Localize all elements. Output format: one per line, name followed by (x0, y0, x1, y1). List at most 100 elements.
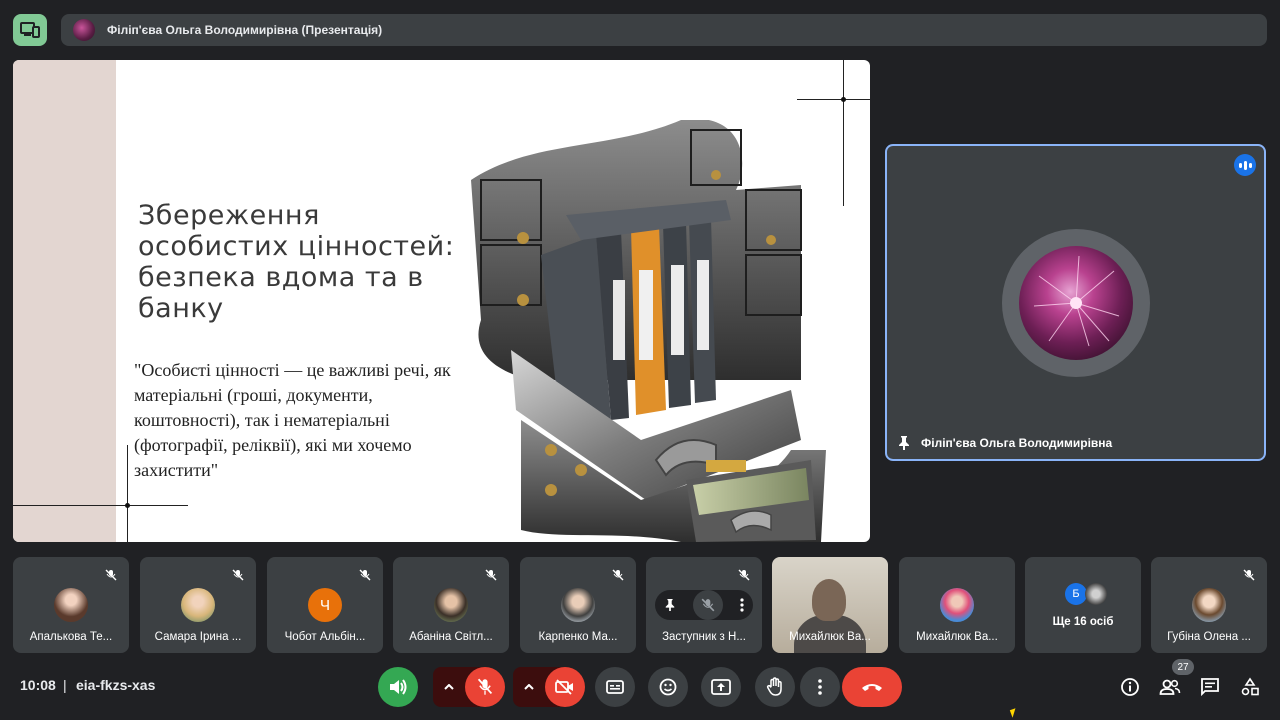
slide-corner-dot-bottom (125, 503, 130, 508)
people-button[interactable] (1157, 674, 1183, 700)
participant-name: Абаніна Світл... (409, 631, 493, 643)
avatar (54, 588, 88, 622)
meeting-code: eia-fkzs-xas (76, 677, 156, 693)
presenter-bar[interactable]: Філіп'єва Ольга Володимирівна (Презентац… (61, 14, 1267, 46)
captions-button[interactable] (595, 667, 635, 707)
participants-count-badge: 27 (1172, 659, 1194, 675)
mic-off-icon (738, 569, 750, 581)
activities-button[interactable] (1237, 674, 1263, 700)
participant-tile[interactable]: Заступник з Н... (646, 557, 762, 653)
slide-vertical-line-top (843, 60, 844, 206)
video-person-head (812, 579, 846, 621)
layout-toggle-button[interactable] (13, 14, 47, 46)
participant-tile[interactable]: Михайлюк Ва... (899, 557, 1015, 653)
meeting-details-button[interactable] (1117, 674, 1143, 700)
captions-icon (606, 680, 624, 694)
avatar (561, 588, 595, 622)
mic-off-icon (1243, 569, 1255, 581)
pin-icon[interactable] (897, 435, 911, 451)
slide-side-band (13, 60, 116, 542)
mouse-cursor (1009, 708, 1019, 718)
hang-up-icon (862, 684, 882, 691)
participant-tile[interactable]: Карпенко Ма... (520, 557, 636, 653)
separator: | (63, 677, 67, 693)
more-participants-tile[interactable]: Б Ще 16 осіб (1025, 557, 1141, 653)
camera-options-button[interactable] (513, 684, 545, 690)
avatar-initial: Б (1065, 583, 1087, 605)
more-options-button[interactable] (800, 667, 840, 707)
present-screen-icon (711, 679, 731, 695)
reactions-button[interactable] (648, 667, 688, 707)
chat-icon (1201, 678, 1219, 697)
pin-icon[interactable] (664, 598, 676, 612)
participant-tile[interactable]: Апалькова Те... (13, 557, 129, 653)
activities-icon (1241, 677, 1259, 696)
avatar (940, 588, 974, 622)
main-name-row: Філіп'єва Ольга Володимирівна (897, 435, 1112, 451)
mic-off-icon (105, 569, 117, 581)
speaking-indicator-icon (1234, 154, 1256, 176)
camera-control-group (513, 667, 585, 707)
mic-off-icon (701, 598, 715, 612)
avatar (434, 588, 468, 622)
mute-participant-button[interactable] (692, 590, 723, 620)
speaker-button[interactable] (378, 667, 418, 707)
info-icon (1121, 678, 1139, 696)
emoji-icon (659, 678, 677, 696)
chat-button[interactable] (1197, 674, 1223, 700)
participant-tile[interactable]: Абаніна Світл... (393, 557, 509, 653)
meet-window: Філіп'єва Ольга Володимирівна (Презентац… (0, 0, 1280, 720)
participant-name: Чобот Альбін... (284, 631, 366, 643)
chevron-up-icon (444, 684, 454, 690)
main-participant-tile[interactable]: Філіп'єва Ольга Володимирівна (885, 144, 1266, 461)
mic-control-group (433, 667, 505, 707)
people-icon (1159, 679, 1181, 695)
camera-toggle-button[interactable] (545, 667, 585, 707)
leave-call-button[interactable] (842, 667, 902, 707)
main-avatar (1019, 246, 1133, 360)
present-screen-button[interactable] (701, 667, 741, 707)
mic-off-icon (612, 569, 624, 581)
slide-corner-dot-top (841, 97, 846, 102)
camera-off-icon (555, 679, 573, 695)
slide-horizontal-line-top (797, 99, 870, 100)
presenter-label: Філіп'єва Ольга Володимирівна (Презентац… (107, 23, 383, 37)
monitor-phone-icon (20, 22, 40, 38)
avatar-initial: Ч (308, 588, 342, 622)
mic-options-button[interactable] (433, 684, 465, 690)
participant-name: Михайлюк Ва... (916, 631, 998, 643)
chevron-up-icon (524, 684, 534, 690)
avatar (1085, 583, 1107, 605)
slide-horizontal-line-bottom (13, 505, 188, 506)
slide-title: Збереження особистих цінностей: безпека … (138, 200, 455, 324)
participant-name: Самара Ірина ... (154, 631, 242, 643)
participant-tile[interactable]: Ч Чобот Альбін... (267, 557, 383, 653)
participant-name: Губіна Олена ... (1167, 631, 1251, 643)
mic-off-icon (359, 569, 371, 581)
more-participants-label: Ще 16 осіб (1052, 616, 1114, 628)
main-avatar-ring (1002, 229, 1150, 377)
tile-hover-controls (655, 590, 753, 620)
raise-hand-button[interactable] (755, 667, 795, 707)
participant-name: Михайлюк Ва... (789, 631, 871, 643)
participant-video-tile[interactable]: Михайлюк Ва... (772, 557, 888, 653)
mic-off-icon (485, 569, 497, 581)
presentation-slide: Збереження особистих цінностей: безпека … (13, 60, 870, 542)
mic-off-icon (477, 678, 493, 695)
avatar (181, 588, 215, 622)
presenter-avatar (73, 19, 95, 41)
more-vert-icon[interactable] (740, 598, 744, 612)
meeting-time: 10:08 (20, 677, 56, 693)
speaker-icon (390, 679, 407, 695)
mic-toggle-button[interactable] (465, 667, 505, 707)
main-participant-name: Філіп'єва Ольга Володимирівна (921, 436, 1113, 450)
participant-tile[interactable]: Самара Ірина ... (140, 557, 256, 653)
avatar (1192, 588, 1226, 622)
participant-tile[interactable]: Губіна Олена ... (1151, 557, 1267, 653)
safe-deposit-image (471, 120, 826, 542)
mic-off-icon (232, 569, 244, 581)
slide-quote: "Особисті цінності — це важливі речі, як… (134, 360, 451, 480)
participant-name: Апалькова Те... (29, 631, 113, 643)
slide-vertical-line-bottom (127, 445, 128, 542)
hand-icon (766, 677, 782, 696)
